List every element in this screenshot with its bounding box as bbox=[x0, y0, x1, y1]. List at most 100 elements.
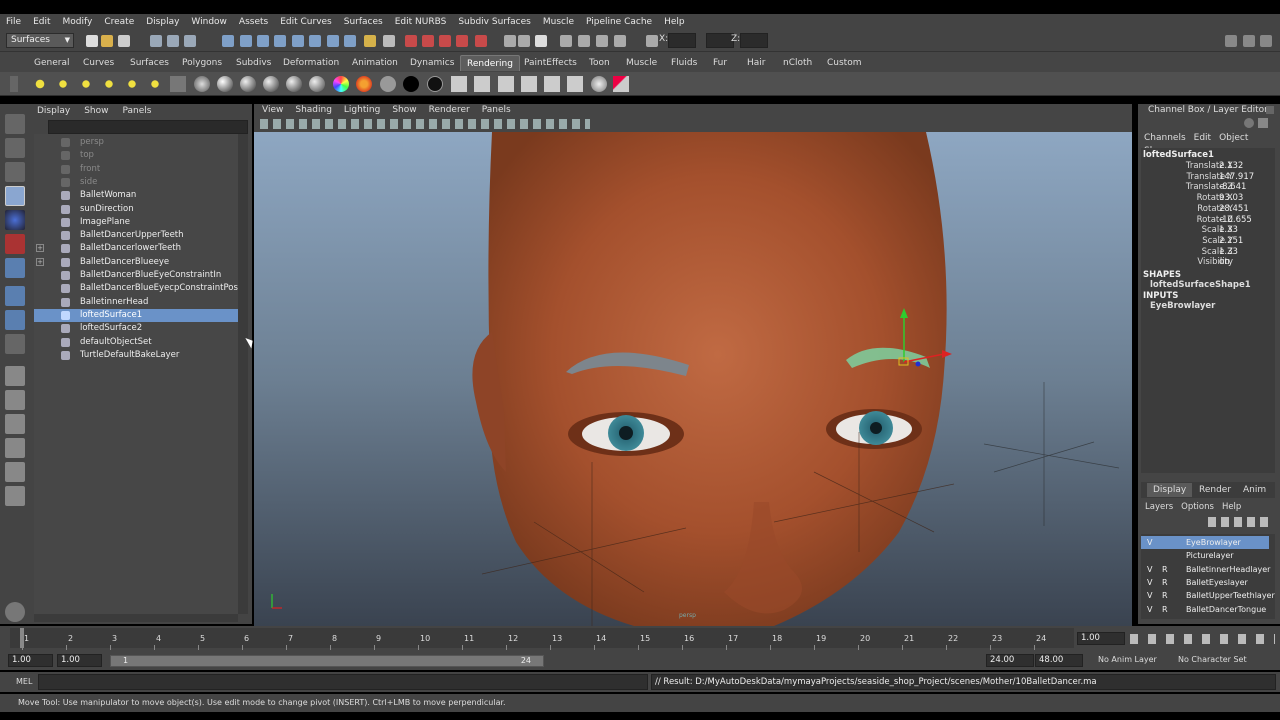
shelf-tab-ncloth[interactable]: nCloth bbox=[777, 55, 818, 71]
layout-graph-icon[interactable] bbox=[5, 486, 25, 506]
outliner-menu-show[interactable]: Show bbox=[77, 104, 115, 118]
render-layer-icon[interactable] bbox=[567, 76, 583, 92]
hypershade-shelf-icon[interactable] bbox=[544, 76, 560, 92]
command-input[interactable] bbox=[38, 674, 648, 690]
spot-light-icon[interactable] bbox=[101, 76, 117, 92]
channel-menu-channels[interactable]: Channels bbox=[1140, 132, 1190, 145]
time-ruler[interactable] bbox=[10, 628, 1074, 648]
volume-light-icon[interactable] bbox=[147, 76, 163, 92]
outliner-item[interactable]: BalletDancerBlueEyecpConstraintPos bbox=[34, 282, 238, 295]
menu-help[interactable]: Help bbox=[658, 14, 691, 30]
outliner-item[interactable]: loftedSurface2 bbox=[34, 322, 238, 335]
channel-box-option-icon[interactable] bbox=[1244, 118, 1254, 128]
shelf-menu-icon[interactable] bbox=[10, 76, 18, 92]
menu-modify[interactable]: Modify bbox=[57, 14, 99, 30]
current-time-field[interactable]: 1.00 bbox=[1077, 632, 1125, 645]
shape-node[interactable]: loftedSurfaceShape1 bbox=[1150, 280, 1251, 290]
layer-row[interactable]: V EyeBrowlayer bbox=[1141, 536, 1269, 549]
manipulator-tool-icon[interactable] bbox=[5, 258, 25, 278]
channel-value[interactable]: 147.917 bbox=[1219, 172, 1254, 182]
select-hierarchy-icon[interactable] bbox=[150, 35, 162, 47]
snap-point-icon[interactable] bbox=[439, 35, 451, 47]
shelf-tab-muscle[interactable]: Muscle bbox=[620, 55, 663, 71]
layout-single-icon[interactable] bbox=[5, 366, 25, 386]
outliner-item[interactable]: BalletWoman bbox=[34, 189, 238, 202]
shelf-tab-toon[interactable]: Toon bbox=[583, 55, 616, 71]
shading-map-icon[interactable] bbox=[356, 76, 372, 92]
render-frame-icon[interactable] bbox=[560, 35, 572, 47]
mental-ray-icon[interactable] bbox=[591, 76, 607, 92]
snap-view-icon[interactable] bbox=[456, 35, 468, 47]
menu-subdiv-surfaces[interactable]: Subdiv Surfaces bbox=[452, 14, 537, 30]
viewport-menu-show[interactable]: Show bbox=[386, 104, 422, 117]
render-globals-icon[interactable] bbox=[498, 76, 514, 92]
outliner-filter-field[interactable] bbox=[48, 120, 248, 134]
open-scene-icon[interactable] bbox=[101, 35, 113, 47]
directional-light-icon[interactable] bbox=[55, 76, 71, 92]
mask-icon[interactable] bbox=[240, 35, 252, 47]
mask-icon[interactable] bbox=[222, 35, 234, 47]
outliner-item[interactable]: BalletDancerBlueEyeConstraintIn bbox=[34, 269, 238, 282]
expand-icon[interactable]: + bbox=[36, 257, 44, 266]
shelf-tab-hair[interactable]: Hair bbox=[741, 55, 771, 71]
shelf-tab-fur[interactable]: Fur bbox=[707, 55, 733, 71]
channel-value[interactable]: 1.33 bbox=[1219, 225, 1238, 235]
outliner-item[interactable]: loftedSurface1 bbox=[34, 308, 238, 322]
ambient-light-icon[interactable] bbox=[32, 76, 48, 92]
outliner-item[interactable]: TurtleDefaultBakeLayer bbox=[34, 349, 238, 362]
anim-layer-selector[interactable]: No Anim Layer bbox=[1098, 655, 1157, 664]
menu-surfaces[interactable]: Surfaces bbox=[338, 14, 389, 30]
select-tool-icon[interactable] bbox=[5, 114, 25, 134]
y-field[interactable] bbox=[706, 33, 734, 48]
mask-icon[interactable] bbox=[344, 35, 356, 47]
shelf-tab-animation[interactable]: Animation bbox=[346, 55, 404, 71]
ipr-icon[interactable] bbox=[474, 76, 490, 92]
render-settings-icon[interactable] bbox=[596, 35, 608, 47]
channel-menu-object[interactable]: Object bbox=[1215, 132, 1252, 145]
layer-row[interactable]: V R BalletinnerHeadlayer bbox=[1141, 563, 1270, 576]
layer-row[interactable]: V R BalletUpperTeethlayer bbox=[1141, 589, 1275, 602]
menu-window[interactable]: Window bbox=[185, 14, 233, 30]
move-tool-icon[interactable] bbox=[5, 186, 25, 206]
channel-value[interactable]: 28.451 bbox=[1219, 204, 1249, 214]
phonge-icon[interactable] bbox=[263, 76, 279, 92]
phong-icon[interactable] bbox=[240, 76, 256, 92]
lock-icon[interactable] bbox=[364, 35, 376, 47]
paint-select-tool-icon[interactable] bbox=[5, 162, 25, 182]
blinn-icon[interactable] bbox=[217, 76, 233, 92]
viewport-menu-lighting[interactable]: Lighting bbox=[338, 104, 386, 117]
layer-visibility-toggle[interactable]: V bbox=[1147, 536, 1152, 549]
shelf-tab-surfaces[interactable]: Surfaces bbox=[124, 55, 175, 71]
viewport-toolbar-icons[interactable] bbox=[260, 119, 590, 129]
outliner-item[interactable]: top bbox=[34, 149, 238, 162]
transform-input-icon[interactable] bbox=[646, 35, 658, 47]
snap-grid-icon[interactable] bbox=[405, 35, 417, 47]
render-view-icon[interactable] bbox=[521, 76, 537, 92]
range-bar[interactable]: 1 24 bbox=[110, 655, 544, 667]
scale-tool-icon[interactable] bbox=[5, 234, 25, 254]
ipr-render-icon[interactable] bbox=[578, 35, 590, 47]
layer-visibility-toggle[interactable]: V bbox=[1147, 603, 1152, 616]
channel-menu-edit[interactable]: Edit bbox=[1190, 132, 1215, 145]
shelf-tab-custom[interactable]: Custom bbox=[821, 55, 867, 71]
playback-controls[interactable] bbox=[1130, 634, 1275, 644]
layer-visibility-toggle[interactable]: V bbox=[1147, 589, 1152, 602]
channel-value[interactable]: 2.251 bbox=[1219, 236, 1243, 246]
menu-edit-curves[interactable]: Edit Curves bbox=[274, 14, 338, 30]
menu-muscle[interactable]: Muscle bbox=[537, 14, 580, 30]
toggle-attribute-editor-icon[interactable] bbox=[1225, 35, 1237, 47]
channel-value[interactable]: on bbox=[1219, 257, 1230, 267]
surface-shader-icon[interactable] bbox=[380, 76, 396, 92]
mask-icon[interactable] bbox=[309, 35, 321, 47]
outliner-item[interactable]: BalletinnerHead bbox=[34, 296, 238, 309]
point-light-icon[interactable] bbox=[78, 76, 94, 92]
layer-menu-layers[interactable]: Layers bbox=[1141, 500, 1177, 514]
shelf-tab-curves[interactable]: Curves bbox=[77, 55, 120, 71]
channel-value[interactable]: 2.132 bbox=[1219, 161, 1243, 171]
layer-row[interactable]: V R BalletEyeslayer bbox=[1141, 576, 1269, 589]
shelf-tab-fluids[interactable]: Fluids bbox=[665, 55, 703, 71]
paint-brush-icon[interactable] bbox=[613, 76, 629, 92]
channel-value[interactable]: -10.655 bbox=[1219, 215, 1252, 225]
script-type-label[interactable]: MEL bbox=[16, 677, 32, 686]
layer-visibility-toggle[interactable]: V bbox=[1147, 576, 1152, 589]
